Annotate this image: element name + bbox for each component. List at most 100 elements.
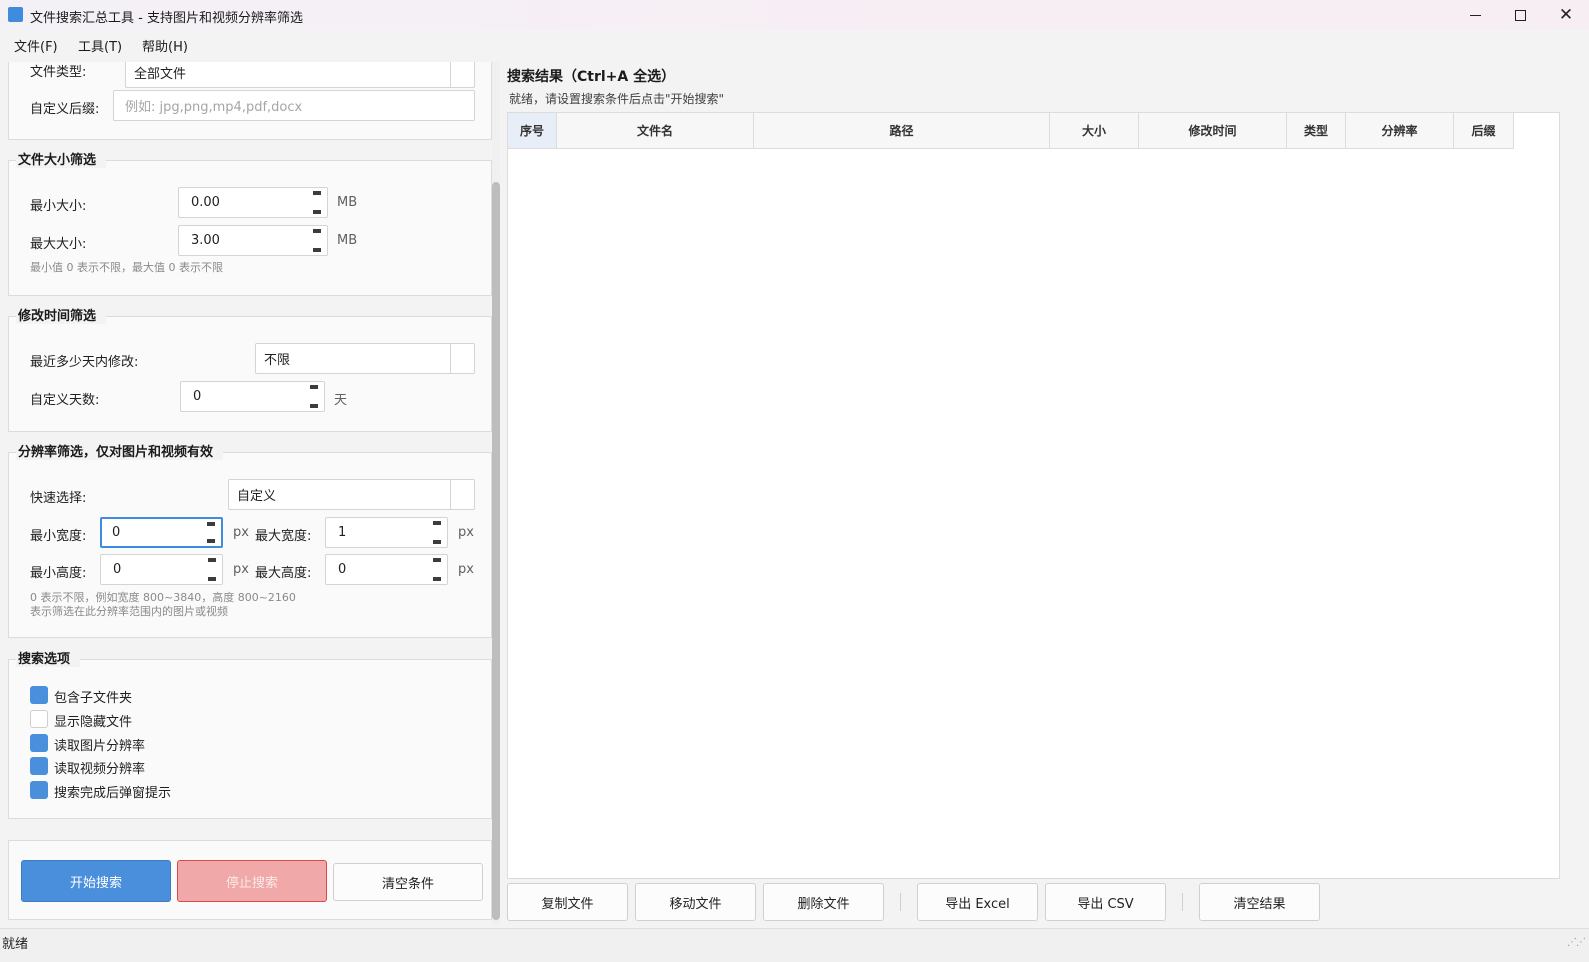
chevron-down-icon: [450, 344, 474, 373]
settings-scrollbar-thumb[interactable]: [492, 182, 500, 920]
min-size-unit: MB: [337, 195, 358, 210]
max-size-value: 3.00: [191, 233, 220, 248]
max-size-stepper[interactable]: [307, 226, 327, 255]
spin-down-icon: [313, 210, 321, 214]
col-resolution[interactable]: 分辨率: [1346, 113, 1454, 148]
stop-search-button[interactable]: 停止搜索: [177, 860, 327, 902]
max-width-spinbox[interactable]: 1: [325, 517, 448, 548]
resolution-hint-2: 表示筛选在此分辨率范围内的图片或视频: [30, 605, 228, 618]
include-subfolders-checkbox[interactable]: [30, 686, 48, 704]
ext-label: 自定义后缀:: [30, 102, 100, 117]
maximize-icon: [1514, 9, 1526, 21]
menu-bar: 文件(F) 工具(T) 帮助(H): [0, 30, 1589, 58]
include-subfolders-label[interactable]: 包含子文件夹: [54, 687, 132, 706]
close-button[interactable]: ✕: [1543, 0, 1589, 30]
maximize-button[interactable]: [1497, 0, 1543, 30]
spin-up-icon: [313, 191, 321, 195]
spin-down-icon: [313, 248, 321, 252]
custom-days-value: 0: [193, 389, 202, 404]
export-csv-button[interactable]: 导出 CSV: [1045, 883, 1166, 921]
col-index[interactable]: 序号: [508, 113, 557, 148]
spin-down-icon: [433, 540, 441, 544]
app-icon: [8, 7, 23, 22]
menu-help[interactable]: 帮助(H): [142, 36, 188, 55]
min-width-stepper[interactable]: [201, 519, 221, 546]
col-modified[interactable]: 修改时间: [1139, 113, 1287, 148]
max-height-stepper[interactable]: [427, 555, 447, 584]
chevron-down-icon: [450, 62, 474, 87]
max-width-stepper[interactable]: [427, 518, 447, 547]
toolbar-separator: [1182, 893, 1183, 911]
ext-input[interactable]: 例如: jpg,png,mp4,pdf,docx: [113, 90, 475, 121]
min-size-label: 最小大小:: [30, 199, 87, 214]
read-video-resolution-label[interactable]: 读取视频分辨率: [54, 758, 145, 777]
col-path[interactable]: 路径: [754, 113, 1050, 148]
file-type-value: 全部文件: [134, 67, 187, 82]
quick-select-label: 快速选择:: [30, 491, 87, 506]
col-filename[interactable]: 文件名: [557, 113, 754, 148]
spin-up-icon: [433, 521, 441, 525]
popup-on-finish-checkbox[interactable]: [30, 781, 48, 799]
window-title: 文件搜索汇总工具 - 支持图片和视频分辨率筛选: [30, 11, 303, 26]
clear-conditions-button[interactable]: 清空条件: [333, 863, 483, 901]
min-width-spinbox[interactable]: 0: [100, 517, 223, 548]
min-height-spinbox[interactable]: 0: [100, 554, 223, 585]
menu-file[interactable]: 文件(F): [14, 36, 58, 55]
max-width-value: 1: [338, 525, 347, 540]
results-title: 搜索结果（Ctrl+A 全选）: [507, 69, 676, 85]
quick-select-value: 自定义: [237, 489, 277, 504]
read-image-resolution-label[interactable]: 读取图片分辨率: [54, 735, 145, 754]
col-size[interactable]: 大小: [1050, 113, 1139, 148]
menu-tools[interactable]: 工具(T): [78, 36, 122, 55]
min-size-stepper[interactable]: [307, 188, 327, 217]
max-size-unit: MB: [337, 233, 358, 248]
show-hidden-label[interactable]: 显示隐藏文件: [54, 711, 132, 730]
popup-on-finish-label[interactable]: 搜索完成后弹窗提示: [54, 782, 171, 801]
custom-days-label: 自定义天数:: [30, 393, 100, 408]
custom-days-stepper[interactable]: [304, 382, 324, 411]
min-size-spinbox[interactable]: 0.00: [178, 187, 328, 218]
move-files-button[interactable]: 移动文件: [635, 883, 756, 921]
read-image-resolution-checkbox[interactable]: [30, 734, 48, 752]
spin-down-icon: [208, 577, 216, 581]
resolution-filter-title: 分辨率筛选，仅对图片和视频有效: [16, 441, 224, 460]
recent-days-select[interactable]: 不限: [255, 343, 475, 374]
min-width-label: 最小宽度:: [30, 529, 87, 544]
max-width-unit: px: [458, 525, 474, 540]
minimize-button[interactable]: [1452, 0, 1498, 30]
action-buttons-group: 开始搜索 停止搜索 清空条件: [8, 840, 492, 920]
ext-placeholder: 例如: jpg,png,mp4,pdf,docx: [125, 100, 303, 115]
max-height-unit: px: [458, 562, 474, 577]
file-type-select[interactable]: 全部文件: [125, 62, 475, 88]
file-type-group: 文件类型: 全部文件 自定义后缀: 例如: jpg,png,mp4,pdf,do…: [8, 62, 492, 140]
show-hidden-checkbox[interactable]: [30, 710, 48, 728]
size-filter-group: 最小大小: 0.00 MB 最大大小: 3.00 MB 最小值 0 表示不限，最…: [8, 160, 492, 296]
spin-down-icon: [433, 577, 441, 581]
start-search-button[interactable]: 开始搜索: [21, 860, 171, 902]
col-suffix[interactable]: 后缀: [1454, 113, 1514, 148]
max-width-label: 最大宽度:: [255, 529, 312, 544]
min-height-unit: px: [233, 562, 249, 577]
status-bar: 就绪 ⋰⋰: [0, 928, 1589, 962]
min-height-stepper[interactable]: [202, 555, 222, 584]
copy-files-button[interactable]: 复制文件: [507, 883, 628, 921]
delete-files-button[interactable]: 删除文件: [763, 883, 884, 921]
quick-select[interactable]: 自定义: [228, 479, 475, 510]
clear-results-button[interactable]: 清空结果: [1199, 883, 1320, 921]
col-type[interactable]: 类型: [1287, 113, 1346, 148]
spin-up-icon: [313, 229, 321, 233]
max-size-spinbox[interactable]: 3.00: [178, 225, 328, 256]
custom-days-spinbox[interactable]: 0: [180, 381, 325, 412]
settings-pane: 文件类型: 全部文件 自定义后缀: 例如: jpg,png,mp4,pdf,do…: [8, 62, 498, 926]
spin-up-icon: [208, 558, 216, 562]
spin-up-icon: [310, 385, 318, 389]
spin-down-icon: [207, 539, 215, 543]
read-video-resolution-checkbox[interactable]: [30, 757, 48, 775]
results-table[interactable]: 序号 文件名 路径 大小 修改时间 类型 分辨率 后缀: [507, 112, 1560, 879]
min-height-label: 最小高度:: [30, 566, 87, 581]
min-width-unit: px: [233, 525, 249, 540]
max-height-spinbox[interactable]: 0: [325, 554, 448, 585]
resize-grip-icon[interactable]: ⋰⋰: [1567, 937, 1586, 948]
export-excel-button[interactable]: 导出 Excel: [917, 883, 1038, 921]
size-filter-title: 文件大小筛选: [16, 149, 107, 168]
